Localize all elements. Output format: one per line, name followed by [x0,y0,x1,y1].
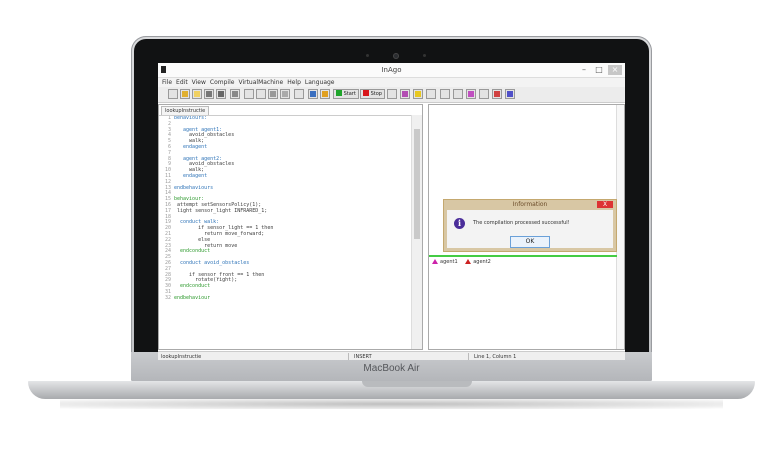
chart-icon[interactable] [466,89,476,99]
stop-button[interactable]: Stop [360,89,385,99]
line-text: behaviours: [174,115,208,121]
laptop-base [28,381,755,399]
dialog-message: The compilation processed successful! [473,220,570,226]
line-text: endbehaviour [174,294,211,301]
menu-edit[interactable]: Edit [176,79,188,86]
compile-icon[interactable] [308,89,318,99]
line-text: endagent [174,172,208,179]
step-icon[interactable] [387,89,397,99]
start-label: Start [343,91,356,97]
ok-button[interactable]: OK [510,236,550,248]
code-editor[interactable]: lookupInstructie 1 behaviours: 2 3 agent ag… [158,104,423,350]
status-divider [468,353,469,360]
status-position: Line 1, Column 1 [474,354,517,360]
stop-label: Stop [370,91,382,97]
info-icon: i [454,218,465,229]
pane-divider [429,255,617,257]
title-bar: InAgo – □ × [158,63,625,78]
window-title: InAgo [381,66,402,74]
zoom-out-icon[interactable] [453,89,463,99]
menu-language[interactable]: Language [305,79,335,86]
lid-notch [362,381,472,387]
copy-icon[interactable] [268,89,278,99]
menu-file[interactable]: File [162,79,172,86]
menu-compile[interactable]: Compile [210,79,235,86]
agent-list: agent1 agent2 [432,259,497,265]
zoom-in-icon[interactable] [440,89,450,99]
robot-icon[interactable] [479,89,489,99]
open-folder-icon[interactable] [180,89,190,99]
pane-scrollbar[interactable] [616,105,624,349]
sensor-dot [366,54,369,57]
save-icon[interactable] [204,89,214,99]
laptop-shadow [60,399,723,409]
line-text: endconduct [174,248,211,255]
line-number: 32 [164,294,171,301]
arrow-icon[interactable] [426,89,436,99]
cut-icon[interactable] [294,89,304,99]
agent-item[interactable]: agent2 [465,259,491,265]
line-text: endbehaviours [174,184,214,191]
editor-scrollbar[interactable] [411,115,422,349]
app-screen: InAgo – □ × File Edit View Compile VirtualMa… [158,63,625,360]
build-icon[interactable] [320,89,330,99]
print-icon[interactable] [230,89,240,99]
folder-icon[interactable] [192,89,202,99]
menu-help[interactable]: Help [287,79,301,86]
code-area[interactable]: 1 behaviours: 2 3 agent agent1: 4 avoid_obst… [159,115,412,349]
status-bar: lookupInstructie INSERT Line 1, Column 1 [158,351,625,360]
status-divider [348,353,349,360]
start-icon [336,90,342,96]
redo-icon[interactable] [256,89,266,99]
close-button[interactable]: × [608,65,622,75]
debug-icon[interactable] [492,89,502,99]
agent-item[interactable]: agent1 [432,259,458,265]
dialog-close-button[interactable]: X [597,201,613,208]
dialog-body: i The compilation processed successful! … [447,210,613,248]
scroll-thumb[interactable] [414,129,420,239]
start-button[interactable]: Start [333,89,359,99]
code-line[interactable]: 32 endbehaviour [159,294,412,302]
menu-virtualmachine[interactable]: VirtualMachine [238,79,283,86]
menu-bar: File Edit View Compile VirtualMachine Help Lan… [158,78,625,87]
undo-icon[interactable] [244,89,254,99]
line-text: conduct avoid_obstacles [174,259,250,266]
status-mode: INSERT [354,354,372,360]
tab-lookupinstructie[interactable]: lookupInstructie [161,106,210,115]
settings-icon[interactable] [505,89,515,99]
lamp-icon[interactable] [413,89,423,99]
stop-icon [363,90,369,96]
info-dialog: Information X i The compilation processe… [443,199,617,252]
maximize-button[interactable]: □ [592,65,606,75]
minimize-button[interactable]: – [577,65,591,75]
save-all-icon[interactable] [216,89,226,99]
dialog-title: Information [512,201,548,208]
toolbar: Start Stop [158,87,625,103]
new-file-icon[interactable] [168,89,178,99]
paste-icon[interactable] [280,89,290,99]
camera [393,53,399,59]
sensor-dot [423,54,426,57]
agent-icon [432,259,438,264]
status-file: lookupInstructie [161,354,202,360]
menu-view[interactable]: View [192,79,206,86]
line-text: light sensor_light INFRARED_1; [174,207,268,214]
line-text: endconduct [174,283,211,290]
agent-icon [465,259,472,264]
grid-icon[interactable] [400,89,410,99]
brand-label: MacBook Air [363,363,420,374]
line-text: endagent [174,143,208,150]
